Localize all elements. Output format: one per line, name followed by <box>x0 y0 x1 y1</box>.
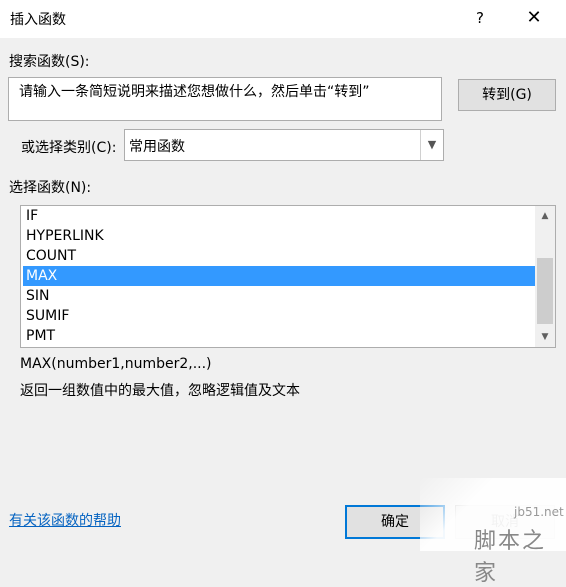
scroll-up-arrow-icon[interactable]: ▲ <box>535 206 555 226</box>
vertical-scrollbar[interactable]: ▲ ▼ <box>535 206 555 347</box>
category-label: 或选择类别(C): <box>21 140 117 156</box>
function-list[interactable]: IF HYPERLINK COUNT MAX SIN SUMIF PMT ▲ ▼ <box>20 205 556 348</box>
search-label: 搜索函数(S): <box>9 54 90 70</box>
list-item-selected[interactable]: MAX <box>23 266 535 286</box>
watermark-url: jb51.net <box>514 505 564 519</box>
list-item[interactable]: HYPERLINK <box>23 226 535 246</box>
function-signature: MAX(number1,number2,...) <box>20 356 212 372</box>
list-item[interactable]: SUMIF <box>23 306 535 326</box>
category-value: 常用函数 <box>129 139 185 155</box>
search-input[interactable]: 请输入一条简短说明来描述您想做什么，然后单击“转到” <box>8 77 442 121</box>
list-item[interactable]: COUNT <box>23 246 535 266</box>
function-list-label: 选择函数(N): <box>9 180 92 196</box>
chevron-down-icon[interactable]: ▼ <box>420 130 443 160</box>
dialog-title: 插入函数 <box>10 12 66 28</box>
scroll-down-arrow-icon[interactable]: ▼ <box>535 327 555 347</box>
list-item[interactable]: SIN <box>23 286 535 306</box>
function-help-link[interactable]: 有关该函数的帮助 <box>9 510 121 530</box>
function-description: 返回一组数值中的最大值，忽略逻辑值及文本 <box>20 383 300 399</box>
list-item[interactable]: PMT <box>23 326 535 346</box>
close-button[interactable]: ✕ <box>520 6 548 30</box>
goto-button[interactable]: 转到(G) <box>458 79 556 111</box>
scroll-thumb[interactable] <box>537 258 553 324</box>
category-select[interactable]: 常用函数 ▼ <box>124 129 444 161</box>
help-button[interactable]: ? <box>468 6 492 30</box>
watermark-logo-text: 脚本之家 <box>474 529 547 586</box>
list-item[interactable]: IF <box>23 206 535 226</box>
